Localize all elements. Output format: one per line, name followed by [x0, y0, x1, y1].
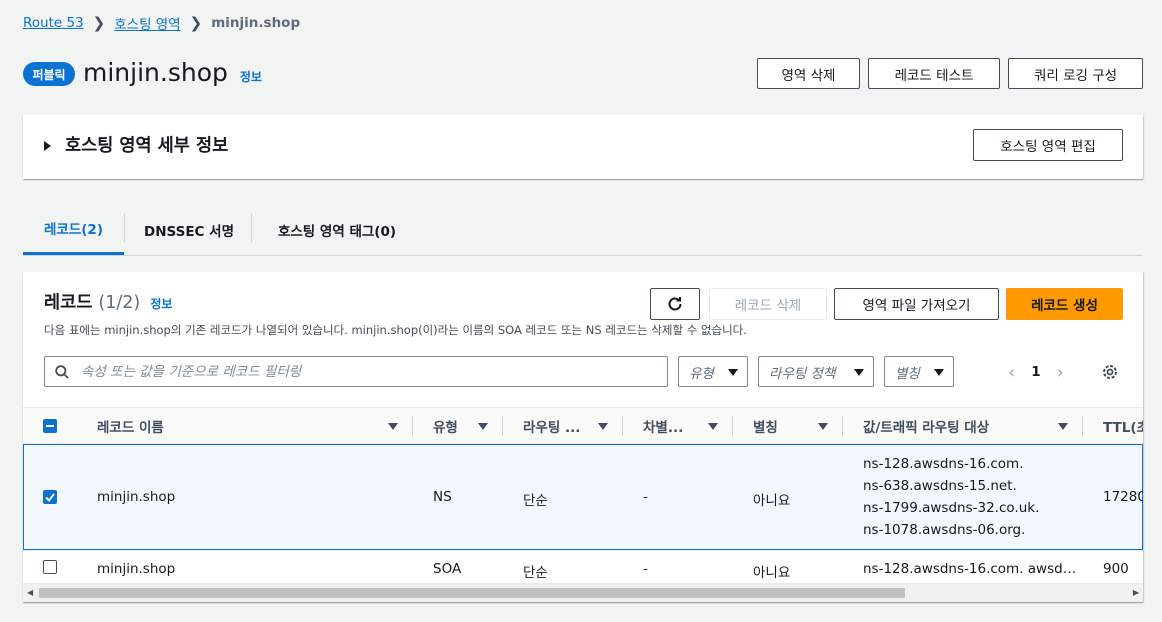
caret-down-icon	[934, 369, 944, 376]
scroll-left-icon[interactable]: ◀	[27, 588, 33, 597]
scrollbar-thumb[interactable]	[39, 588, 905, 598]
record-routing: 단순	[523, 565, 548, 581]
table-row[interactable]: minjin.shop NS 단순 - 아니요 ns-128.awsdns-16…	[23, 444, 1143, 550]
horizontal-scrollbar[interactable]: ◀ ▶	[23, 583, 1143, 602]
record-value: ns-638.awsdns-15.net.	[863, 478, 1017, 494]
record-alias: 아니요	[753, 493, 791, 509]
caret-down-icon	[854, 369, 864, 376]
record-value: ns-1799.awsdns-32.co.uk.	[863, 500, 1040, 516]
refresh-icon	[668, 297, 682, 311]
scroll-right-icon[interactable]: ▶	[1133, 588, 1139, 597]
column-routing-policy[interactable]: 라우팅 ...	[523, 408, 593, 444]
record-values: ns-128.awsdns-16.com. ns-638.awsdns-15.n…	[863, 453, 1039, 541]
import-zone-file-button[interactable]: 영역 파일 가져오기	[834, 288, 999, 320]
sort-icon[interactable]	[388, 423, 398, 430]
breadcrumb-current: minjin.shop	[211, 15, 301, 31]
record-filter-search[interactable]	[44, 356, 668, 387]
record-type: SOA	[433, 561, 462, 577]
hosted-zone-details-title[interactable]: 호스팅 영역 세부 정보	[65, 132, 228, 157]
column-divider	[502, 416, 503, 436]
select-all-checkbox[interactable]	[43, 419, 57, 433]
record-ttl: 900	[1103, 561, 1129, 577]
search-icon	[55, 364, 69, 379]
page-title: minjin.shop 정보	[83, 56, 262, 94]
breadcrumb-route53[interactable]: Route 53	[23, 15, 84, 31]
table-row[interactable]: minjin.shop SOA 단순 - 아니요 ns-128.awsdns-1…	[23, 550, 1143, 584]
column-divider	[842, 416, 843, 436]
next-page-icon[interactable]: ›	[1057, 362, 1064, 383]
sort-icon[interactable]	[1058, 423, 1068, 430]
row-checkbox[interactable]	[43, 490, 57, 504]
record-name: minjin.shop	[97, 489, 176, 505]
column-divider	[622, 416, 623, 436]
edit-hosted-zone-button[interactable]: 호스팅 영역 편집	[973, 129, 1123, 161]
prev-page-icon[interactable]: ‹	[1008, 362, 1015, 383]
column-type[interactable]: 유형	[433, 408, 478, 444]
routing-policy-filter-select[interactable]: 라우팅 정책	[758, 356, 874, 387]
routing-filter-label: 라우팅 정책	[769, 365, 836, 382]
column-divider	[1082, 416, 1083, 436]
record-name: minjin.shop	[97, 561, 176, 577]
alias-filter-label: 별칭	[895, 365, 920, 382]
tab-bar: 레코드(2) DNSSEC 서명 호스팅 영역 태그(0)	[23, 204, 1143, 256]
sort-icon[interactable]	[708, 423, 718, 430]
test-record-button[interactable]: 레코드 테스트	[868, 58, 1000, 89]
record-alias: 아니요	[753, 565, 791, 581]
type-filter-label: 유형	[689, 365, 714, 382]
column-differentiator[interactable]: 차별...	[643, 408, 708, 444]
records-heading: 레코드 (1/2) 정보	[44, 289, 172, 314]
record-value: ns-1078.awsdns-06.org.	[863, 522, 1026, 538]
column-alias[interactable]: 별칭	[753, 408, 813, 444]
column-ttl[interactable]: TTL(초	[1103, 408, 1143, 444]
records-count: (1/2)	[98, 293, 141, 313]
delete-record-button[interactable]: 레코드 삭제	[709, 288, 827, 320]
column-value[interactable]: 값/트래픽 라우팅 대상	[863, 408, 1053, 444]
record-type: NS	[433, 489, 452, 505]
refresh-button[interactable]	[650, 288, 700, 320]
records-table-header: 레코드 이름 유형 라우팅 ... 차별... 별칭 값/트래픽 라우팅 대상 …	[23, 407, 1143, 444]
caret-down-icon	[728, 369, 738, 376]
records-title: 레코드	[44, 293, 93, 313]
sort-icon[interactable]	[818, 423, 828, 430]
column-divider	[412, 416, 413, 436]
current-page[interactable]: 1	[1031, 364, 1040, 380]
hosted-zone-details-panel: 호스팅 영역 세부 정보 호스팅 영역 편집	[23, 115, 1143, 179]
records-panel: 레코드 (1/2) 정보 다음 표에는 minjin.shop의 기존 레코드가…	[23, 272, 1143, 602]
records-description: 다음 표에는 minjin.shop의 기존 레코드가 나열되어 있습니다. m…	[44, 323, 747, 337]
row-checkbox[interactable]	[43, 560, 57, 574]
record-differentiator: -	[643, 489, 648, 505]
search-input[interactable]	[79, 362, 639, 381]
tab-records[interactable]: 레코드(2)	[23, 204, 124, 255]
sort-icon[interactable]	[478, 423, 488, 430]
public-badge: 퍼블릭	[23, 62, 75, 86]
delete-zone-button[interactable]: 영역 삭제	[757, 58, 860, 89]
breadcrumb: Route 53 ❯ 호스팅 영역 ❯ minjin.shop	[23, 13, 300, 33]
check-icon	[45, 493, 55, 503]
pagination: ‹ 1 ›	[1008, 360, 1064, 384]
sort-icon[interactable]	[598, 423, 608, 430]
tab-dnssec[interactable]: DNSSEC 서명	[125, 204, 253, 255]
breadcrumb-hosted-zones[interactable]: 호스팅 영역	[114, 13, 180, 33]
alias-filter-select[interactable]: 별칭	[884, 356, 954, 387]
record-value: ns-128.awsdns-16.com.	[863, 456, 1024, 472]
records-info-link[interactable]: 정보	[150, 297, 172, 311]
column-record-name[interactable]: 레코드 이름	[97, 408, 387, 444]
create-record-button[interactable]: 레코드 생성	[1006, 288, 1123, 320]
caret-right-icon[interactable]	[44, 141, 51, 151]
configure-query-logging-button[interactable]: 쿼리 로깅 구성	[1008, 58, 1143, 89]
column-divider	[732, 416, 733, 436]
record-routing: 단순	[523, 493, 548, 509]
chevron-right-icon: ❯	[189, 14, 203, 32]
record-differentiator: -	[643, 561, 648, 577]
tab-hosted-zone-tags[interactable]: 호스팅 영역 태그(0)	[252, 204, 422, 255]
gear-icon[interactable]	[1101, 363, 1119, 381]
page-title-text: minjin.shop	[83, 58, 228, 87]
record-ttl: 17280	[1103, 489, 1143, 505]
chevron-right-icon: ❯	[92, 14, 106, 32]
info-link[interactable]: 정보	[240, 70, 262, 84]
type-filter-select[interactable]: 유형	[678, 356, 748, 387]
record-value: ns-128.awsdns-16.com. awsd…	[863, 561, 1077, 577]
